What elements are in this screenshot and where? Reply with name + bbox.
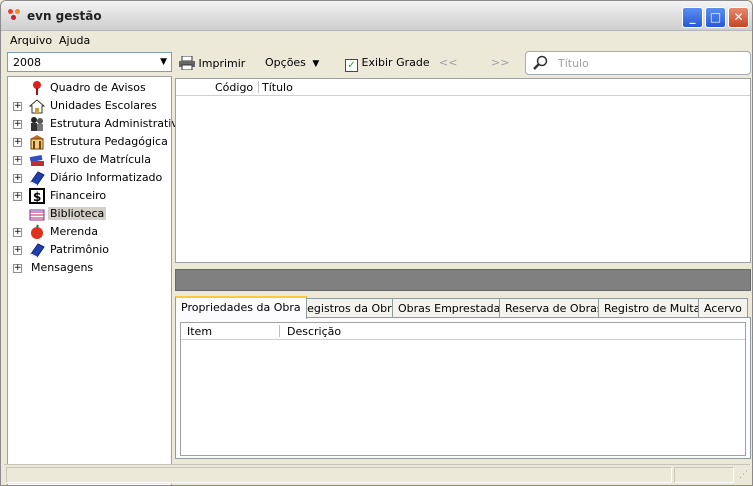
tree-item-label: Quadro de Avisos [50, 81, 146, 94]
tree-item-label: Fluxo de Matrícula [50, 153, 151, 166]
title-bar[interactable]: evn gestão _ □ ✕ [1, 1, 752, 31]
expand-icon[interactable]: + [13, 192, 22, 201]
print-label: Imprimir [198, 57, 246, 70]
tree-item-estrutura-administrativa[interactable]: + Estrutura Administrativa [8, 115, 185, 133]
search-placeholder: Título [558, 57, 589, 70]
book-icon [30, 171, 45, 186]
tree-item-label: Estrutura Administrativa [50, 117, 185, 130]
previous-button[interactable]: << [439, 56, 457, 69]
tree-item-label: Unidades Escolares [50, 99, 157, 112]
next-button[interactable]: >> [491, 56, 509, 69]
properties-grid[interactable]: Item Descrição [180, 322, 746, 456]
library-icon [29, 209, 45, 221]
people-icon [31, 117, 43, 131]
tree-item-unidades-escolares[interactable]: + Unidades Escolares [8, 97, 171, 115]
options-label: Opções [265, 56, 306, 69]
svg-text:$: $ [33, 190, 41, 204]
year-value: 2008 [13, 56, 41, 69]
dollar-icon: $ [29, 188, 45, 204]
close-button[interactable]: ✕ [728, 7, 749, 28]
app-logo-icon [8, 9, 22, 23]
tree-item-fluxo-de-matricula[interactable]: + Fluxo de Matrícula [8, 151, 171, 169]
pin-icon [33, 81, 41, 95]
dropdown-arrow-icon: ▼ [312, 59, 320, 69]
show-grid-checkbox[interactable]: ✓ Exibir Grade [345, 56, 430, 72]
app-window: evn gestão _ □ ✕ Arquivo Ajuda 2008 ▼ Qu… [0, 0, 753, 486]
expand-icon[interactable]: + [13, 264, 22, 273]
dropdown-arrow-icon[interactable]: ▼ [160, 57, 167, 67]
column-header-descricao[interactable]: Descrição [287, 325, 341, 338]
tree-item-merenda[interactable]: + Merenda [8, 223, 171, 241]
column-separator[interactable] [258, 81, 259, 93]
tab-propriedades-da-obra[interactable]: Propriedades da Obra [175, 296, 307, 319]
status-bar: ⋰ [4, 464, 750, 484]
options-button[interactable]: Opções ▼ [265, 56, 319, 69]
column-header-titulo[interactable]: Título [262, 81, 293, 94]
resize-grip-icon[interactable]: ⋰ [739, 470, 748, 480]
print-button[interactable]: Imprimir [179, 55, 246, 71]
column-header-item[interactable]: Item [187, 325, 212, 338]
grid-header: Item Descrição [181, 323, 745, 340]
tree-item-quadro-de-avisos[interactable]: Quadro de Avisos [8, 79, 171, 97]
show-grid-label: Exibir Grade [361, 56, 430, 69]
books-icon [29, 154, 44, 166]
tab-registros-da-obra[interactable]: Registros da Obra [294, 298, 405, 318]
tree-item-label: Biblioteca [48, 207, 107, 220]
menu-ajuda[interactable]: Ajuda [59, 34, 90, 47]
house-icon [29, 99, 45, 114]
expand-icon[interactable]: + [13, 228, 22, 237]
window-title: evn gestão [27, 9, 102, 23]
navigation-tree: Quadro de Avisos + Unidades Escolares + … [7, 76, 185, 485]
column-separator[interactable] [279, 325, 280, 337]
toolbar: Imprimir Opções ▼ ✓ Exibir Grade << >> T… [175, 51, 751, 75]
tree-item-mensagens[interactable]: + Mensagens [8, 259, 171, 277]
book-icon [30, 243, 45, 258]
menu-bar: Arquivo Ajuda [2, 32, 752, 50]
expand-icon[interactable]: + [13, 120, 22, 129]
expand-icon[interactable]: + [13, 138, 22, 147]
tree-item-label: Diário Informatizado [50, 171, 163, 184]
tab-panel: Item Descrição [175, 317, 751, 459]
maximize-button[interactable]: □ [705, 7, 726, 28]
printer-icon [179, 55, 195, 71]
records-grid[interactable]: Código Título [175, 78, 751, 263]
tab-acervo[interactable]: Acervo [698, 298, 748, 318]
tab-obras-emprestadas[interactable]: Obras Emprestadas [392, 298, 513, 318]
tree-item-label: Financeiro [50, 189, 107, 202]
expand-icon[interactable]: + [13, 174, 22, 183]
grid-header: Código Título [176, 79, 750, 96]
tree-item-estrutura-pedagogica[interactable]: + Estrutura Pedagógica [8, 133, 171, 151]
splitter-bar[interactable] [175, 269, 751, 291]
detail-tabs: Propriedades da Obra Registros da Obra O… [175, 296, 751, 319]
tree-item-label: Patrimônio [50, 243, 109, 256]
status-segment [674, 467, 734, 483]
tree-item-biblioteca[interactable]: Biblioteca [8, 205, 171, 223]
tree-item-label: Mensagens [31, 261, 94, 274]
search-icon [533, 55, 548, 70]
tree-item-label: Merenda [50, 225, 99, 238]
expand-icon[interactable]: + [13, 246, 22, 255]
tree-item-diario-informatizado[interactable]: + Diário Informatizado [8, 169, 171, 187]
tree-item-patrimonio[interactable]: + Patrimônio [8, 241, 171, 259]
search-input[interactable]: Título [525, 51, 751, 75]
tree-item-label: Estrutura Pedagógica [50, 135, 168, 148]
expand-icon[interactable]: + [13, 156, 22, 165]
year-select[interactable]: 2008 ▼ [7, 52, 172, 72]
checkbox-checked-icon[interactable]: ✓ [345, 59, 358, 72]
building-icon [30, 135, 44, 150]
column-header-codigo[interactable]: Código [215, 81, 253, 94]
minimize-button[interactable]: _ [682, 7, 703, 28]
expand-icon[interactable]: + [13, 102, 22, 111]
status-segment [6, 467, 672, 483]
tab-reserva-de-obras[interactable]: Reserva de Obras [499, 298, 609, 318]
apple-icon [31, 224, 43, 239]
navigation-pane: 2008 ▼ Quadro de Avisos + Unidades Escol… [4, 52, 185, 485]
menu-arquivo[interactable]: Arquivo [10, 34, 52, 47]
tab-registro-de-multas[interactable]: Registro de Multas [598, 298, 713, 318]
tree-item-financeiro[interactable]: + $ Financeiro [8, 187, 171, 205]
